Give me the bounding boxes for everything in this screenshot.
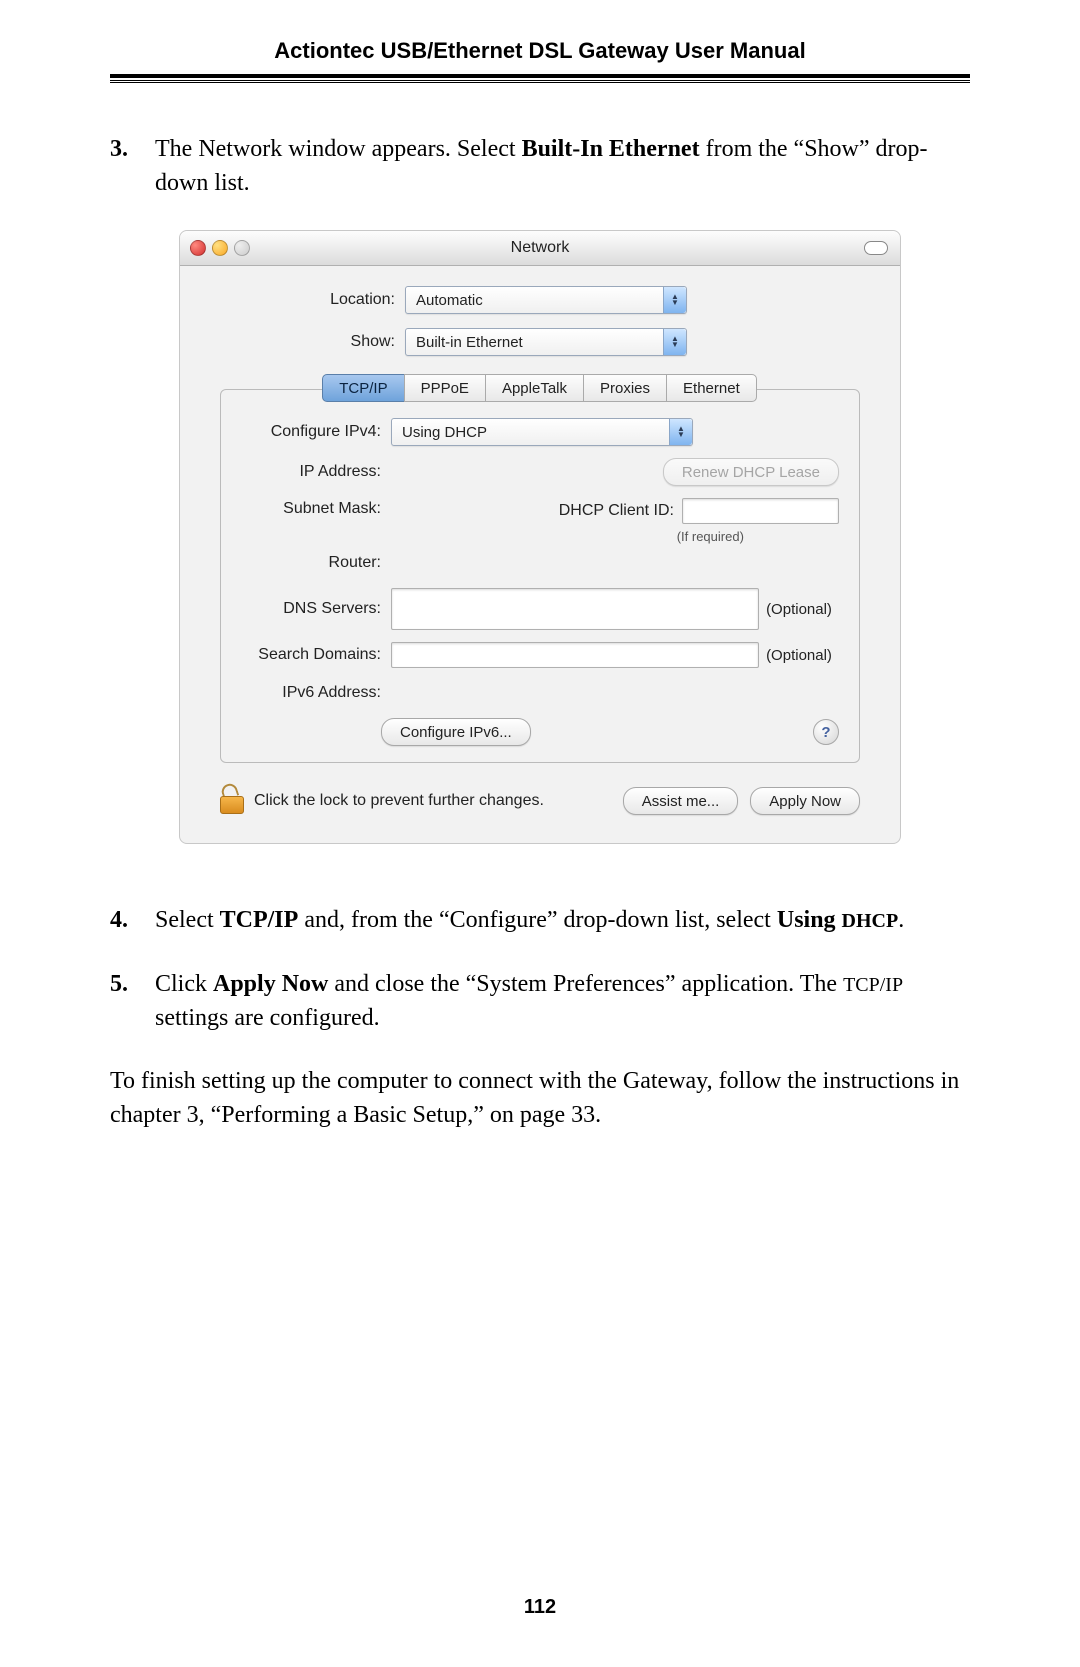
configure-label: Configure IPv4:: [241, 421, 391, 443]
apply-now-button[interactable]: Apply Now: [750, 787, 860, 815]
lock-text: Click the lock to prevent further change…: [254, 790, 611, 812]
chevron-updown-icon: ▲▼: [669, 419, 692, 445]
router-label: Router:: [241, 552, 391, 574]
chevron-updown-icon: ▲▼: [663, 329, 686, 355]
dhcp-client-id-input[interactable]: [682, 498, 839, 524]
dhcp-client-id-label: DHCP Client ID:: [559, 500, 674, 522]
step-body: The Network window appears. Select Built…: [155, 133, 970, 200]
ipv6-address-label: IPv6 Address:: [241, 682, 391, 704]
tab-appletalk[interactable]: AppleTalk: [485, 374, 584, 402]
smallcaps-text: TCP/IP: [843, 974, 903, 996]
subnet-mask-label: Subnet Mask:: [241, 498, 391, 520]
toolbar-toggle-icon[interactable]: [864, 241, 888, 255]
ip-address-label: IP Address:: [241, 461, 391, 483]
page-number: 112: [0, 1596, 1080, 1619]
text: Select: [155, 907, 220, 933]
select-value: Built-in Ethernet: [416, 332, 663, 353]
assist-me-button[interactable]: Assist me...: [623, 787, 739, 815]
tab-pppoe[interactable]: PPPoE: [404, 374, 486, 402]
step-number: 3.: [110, 133, 155, 200]
tab-tcpip[interactable]: TCP/IP: [322, 374, 404, 402]
optional-hint: (Optional): [759, 599, 839, 620]
bold-text: Using: [777, 907, 842, 933]
step-number: 5.: [110, 968, 155, 1035]
configure-select[interactable]: Using DHCP ▲▼: [391, 418, 693, 446]
tab-ethernet[interactable]: Ethernet: [666, 374, 757, 402]
dns-servers-input[interactable]: [391, 588, 759, 630]
text: Click: [155, 971, 213, 997]
network-window: Network Location: Automatic ▲▼ Show: Bui…: [179, 230, 901, 844]
bold-text: TCP/IP: [220, 907, 299, 933]
location-label: Location:: [210, 289, 405, 311]
step-5: 5. Click Apply Now and close the “System…: [110, 968, 970, 1035]
window-footer: Click the lock to prevent further change…: [210, 781, 870, 833]
step-body: Click Apply Now and close the “System Pr…: [155, 968, 970, 1035]
bold-text: Built-In Ethernet: [522, 136, 700, 162]
renew-dhcp-button[interactable]: Renew DHCP Lease: [663, 458, 839, 486]
chevron-updown-icon: ▲▼: [663, 287, 686, 313]
select-value: Automatic: [416, 290, 663, 311]
step-4: 4. Select TCP/IP and, from the “Configur…: [110, 904, 970, 938]
page-header: Actiontec USB/Ethernet DSL Gateway User …: [0, 0, 1080, 64]
text: and, from the “Configure” drop-down list…: [298, 907, 777, 933]
bold-text: Apply Now: [213, 971, 328, 997]
window-body: Location: Automatic ▲▼ Show: Built-in Et…: [180, 266, 900, 843]
help-button[interactable]: ?: [813, 719, 839, 745]
header-rule: [110, 74, 970, 83]
step-body: Select TCP/IP and, from the “Configure” …: [155, 904, 970, 938]
step-number: 4.: [110, 904, 155, 938]
closing-paragraph: To finish setting up the computer to con…: [110, 1065, 970, 1132]
lock-icon[interactable]: [220, 788, 242, 814]
show-select[interactable]: Built-in Ethernet ▲▼: [405, 328, 687, 356]
tcpip-panel: Configure IPv4: Using DHCP ▲▼ IP Address…: [220, 389, 860, 763]
location-select[interactable]: Automatic ▲▼: [405, 286, 687, 314]
tab-bar: TCP/IP PPPoE AppleTalk Proxies Ethernet: [210, 374, 870, 402]
search-domains-input[interactable]: [391, 642, 759, 668]
search-domains-label: Search Domains:: [241, 644, 391, 666]
text: settings are configured.: [155, 1005, 380, 1031]
titlebar: Network: [180, 231, 900, 266]
window-title: Network: [180, 237, 900, 259]
step-3: 3. The Network window appears. Select Bu…: [110, 133, 970, 200]
content-area: 3. The Network window appears. Select Bu…: [0, 83, 1080, 1132]
bold-smallcaps: DHCP: [842, 910, 899, 932]
optional-hint: (Optional): [759, 645, 839, 666]
configure-ipv6-button[interactable]: Configure IPv6...: [381, 718, 531, 746]
text: and close the “System Preferences” appli…: [328, 971, 843, 997]
text: The Network window appears. Select: [155, 136, 522, 162]
show-label: Show:: [210, 331, 405, 353]
if-required-hint: (If required): [677, 528, 744, 546]
select-value: Using DHCP: [402, 422, 669, 443]
text: .: [898, 907, 904, 933]
dns-servers-label: DNS Servers:: [241, 598, 391, 620]
tab-proxies[interactable]: Proxies: [583, 374, 667, 402]
